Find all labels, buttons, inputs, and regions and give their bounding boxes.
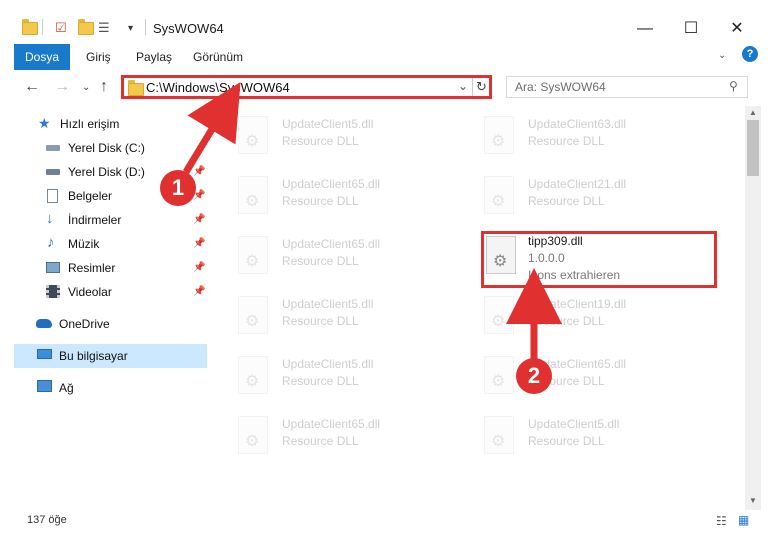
step-badge-1: 1 (160, 170, 196, 206)
step-badge-2: 2 (516, 358, 552, 394)
annotation-overlay (183, 82, 562, 360)
arrow-to-address-bar (183, 82, 241, 174)
